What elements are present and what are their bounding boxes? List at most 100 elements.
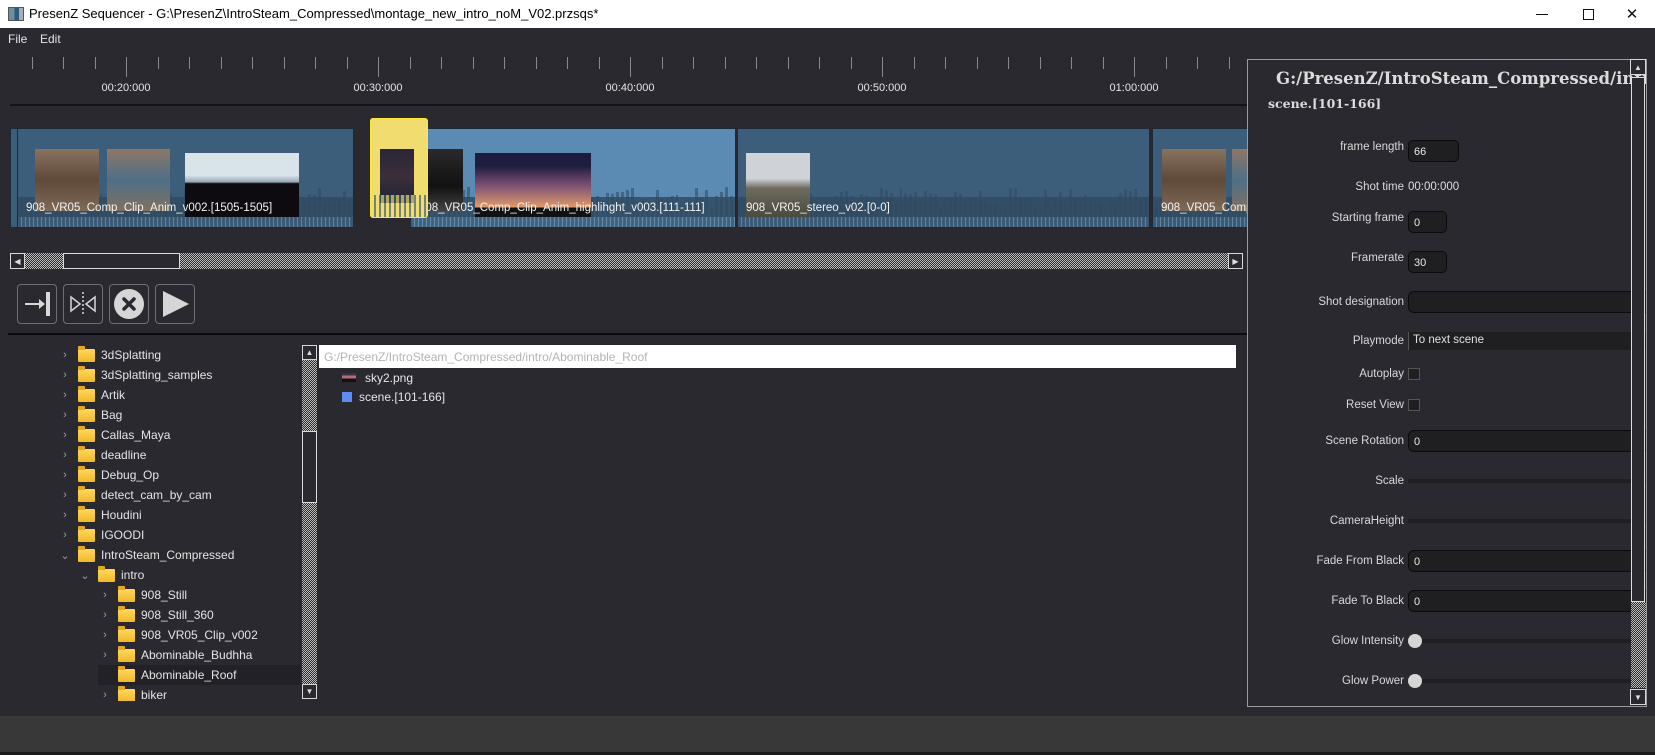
tree-item[interactable]: Abominable_Roof <box>98 665 300 685</box>
tree-item[interactable]: › biker <box>98 685 300 701</box>
chevron-right-icon[interactable]: › <box>58 389 72 401</box>
properties-scene-title: scene.[101-166] <box>1268 96 1382 111</box>
tree-item[interactable]: › 908_Still_360 <box>98 605 300 625</box>
scrollbar-handle[interactable] <box>302 431 317 503</box>
menu-file[interactable]: File <box>8 32 27 46</box>
playmode-select[interactable]: To next scene <box>1408 332 1646 350</box>
file-item[interactable]: sky2.png <box>342 368 413 387</box>
play-button[interactable] <box>155 284 195 324</box>
chevron-right-icon[interactable]: › <box>98 629 112 641</box>
tree-item[interactable]: › Houdini <box>58 505 300 525</box>
timeline-clip[interactable]: 908_VR05_Comp_Clip_Anim_highlihght_v003.… <box>410 128 736 228</box>
file-item[interactable]: scene.[101-166] <box>342 387 445 406</box>
chevron-right-icon[interactable]: › <box>58 409 72 421</box>
chevron-right-icon[interactable]: › <box>58 509 72 521</box>
scroll-left-button[interactable]: ◀ <box>10 253 25 269</box>
scroll-down-button[interactable]: ▼ <box>302 684 317 699</box>
ruler-label: 00:50:000 <box>857 82 907 94</box>
folder-tree-scrollbar[interactable]: ▲ ▼ <box>302 345 317 699</box>
tree-item[interactable]: ⌄ intro <box>78 565 300 585</box>
folder-icon <box>78 405 95 422</box>
tree-item[interactable]: › Abominable_Budhha <box>98 645 300 665</box>
timeline-clip[interactable]: 908_VR05_Comp_Clip_Anim_v002.[1505-1505] <box>1152 128 1247 228</box>
ruler-tick <box>1008 57 1009 69</box>
fade-from-black-field[interactable]: 0 <box>1408 550 1646 572</box>
reset-view-checkbox[interactable] <box>1408 399 1420 411</box>
tree-item[interactable]: › detect_cam_by_cam <box>58 485 300 505</box>
move-to-end-button[interactable] <box>17 284 57 324</box>
chevron-right-icon[interactable]: › <box>58 369 72 381</box>
scene-rotation-field[interactable]: 0 <box>1408 430 1646 452</box>
path-field[interactable] <box>319 345 1236 368</box>
tree-item[interactable]: › Artik <box>58 385 300 405</box>
maximize-button[interactable] <box>1565 0 1611 28</box>
glow-power-slider[interactable] <box>1408 679 1646 683</box>
arrow-left-icon: ◀ <box>14 256 21 266</box>
chevron-right-icon[interactable]: › <box>58 529 72 541</box>
chevron-right-icon[interactable]: › <box>58 429 72 441</box>
timeline-scrollbar[interactable]: ◀ ▶ <box>10 253 1243 269</box>
shot-designation-field[interactable] <box>1408 291 1646 313</box>
scale-label: Scale <box>1375 475 1404 487</box>
ruler-major-tick <box>630 57 631 77</box>
selected-clip[interactable] <box>370 118 428 218</box>
chevron-right-icon[interactable]: › <box>98 689 112 701</box>
folder-tree[interactable]: › 3dSplatting › 3dSplatting_samples › Artik › B… <box>0 345 300 701</box>
chevron-right-icon[interactable]: › <box>98 609 112 621</box>
chevron-down-icon[interactable]: ⌄ <box>78 569 92 582</box>
chevron-right-icon[interactable]: › <box>58 489 72 501</box>
glow-power-slider-handle[interactable] <box>1408 674 1422 688</box>
glow-intensity-slider[interactable] <box>1408 639 1646 643</box>
folder-icon <box>78 485 95 502</box>
sequence-icon <box>342 391 352 402</box>
camera-height-slider[interactable] <box>1408 519 1646 523</box>
delete-button[interactable] <box>109 284 149 324</box>
close-icon: ✕ <box>1625 6 1639 23</box>
chevron-right-icon[interactable]: › <box>58 349 72 361</box>
scrollbar-groove[interactable] <box>1631 602 1646 688</box>
tree-item[interactable]: › IGOODI <box>58 525 300 545</box>
folder-icon <box>98 565 115 582</box>
chevron-down-icon[interactable]: ⌄ <box>58 549 72 562</box>
file-name: sky2.png <box>365 370 414 385</box>
tree-item[interactable]: › deadline <box>58 445 300 465</box>
scroll-down-button[interactable]: ▼ <box>1630 689 1646 705</box>
chevron-right-icon[interactable]: › <box>58 449 72 461</box>
tree-item[interactable]: ⌄ IntroSteam_Compressed <box>58 545 300 565</box>
menu-edit[interactable]: Edit <box>40 32 61 46</box>
timeline-clip[interactable]: 908_VR05_stereo_v02.[0-0] <box>737 128 1150 228</box>
properties-scrollbar[interactable]: ▲ ▼ <box>1630 59 1646 706</box>
chevron-right-icon[interactable]: › <box>98 649 112 661</box>
close-button[interactable]: ✕ <box>1609 0 1655 28</box>
ruler-tick <box>158 57 159 69</box>
tree-item[interactable]: › 3dSplatting <box>58 345 300 365</box>
scale-slider[interactable] <box>1408 479 1646 483</box>
glow-intensity-slider-handle[interactable] <box>1408 634 1422 648</box>
minimize-button[interactable] <box>1519 0 1565 28</box>
starting-frame-field[interactable]: 0 <box>1408 211 1447 233</box>
timeline-track[interactable]: 908_VR05_Comp_Clip_Anim_v002.[1505-1505]… <box>10 108 1247 248</box>
scroll-up-button[interactable]: ▲ <box>302 345 317 360</box>
split-button[interactable] <box>63 284 103 324</box>
ruler-label: 00:40:000 <box>605 82 655 94</box>
tree-item[interactable]: › Callas_Maya <box>58 425 300 445</box>
scrollbar-handle[interactable] <box>63 253 180 269</box>
scroll-up-button[interactable]: ▲ <box>1630 59 1646 75</box>
folder-icon <box>78 465 95 482</box>
fade-to-black-field[interactable]: 0 <box>1408 590 1646 612</box>
tree-item[interactable]: › 908_VR05_Clip_v002 <box>98 625 300 645</box>
scrollbar-handle[interactable] <box>1631 77 1645 602</box>
tree-item[interactable]: › Bag <box>58 405 300 425</box>
scroll-right-button[interactable]: ▶ <box>1228 253 1243 269</box>
framerate-field[interactable]: 30 <box>1408 251 1447 273</box>
tree-item[interactable]: › 908_Still <box>98 585 300 605</box>
autoplay-checkbox[interactable] <box>1408 368 1420 380</box>
tree-item[interactable]: › Debug_Op <box>58 465 300 485</box>
timeline-clip[interactable]: 908_VR05_Comp_Clip_Anim_v002.[1505-1505] <box>17 128 354 228</box>
chevron-right-icon[interactable]: › <box>58 469 72 481</box>
timeline-ruler[interactable]: 00:20:000 00:30:000 00:40:000 00:50:000 01:0… <box>10 52 1247 104</box>
ruler-tick <box>851 57 852 69</box>
chevron-right-icon[interactable]: › <box>98 589 112 601</box>
tree-item[interactable]: › 3dSplatting_samples <box>58 365 300 385</box>
frame-length-field[interactable]: 66 <box>1408 140 1459 162</box>
